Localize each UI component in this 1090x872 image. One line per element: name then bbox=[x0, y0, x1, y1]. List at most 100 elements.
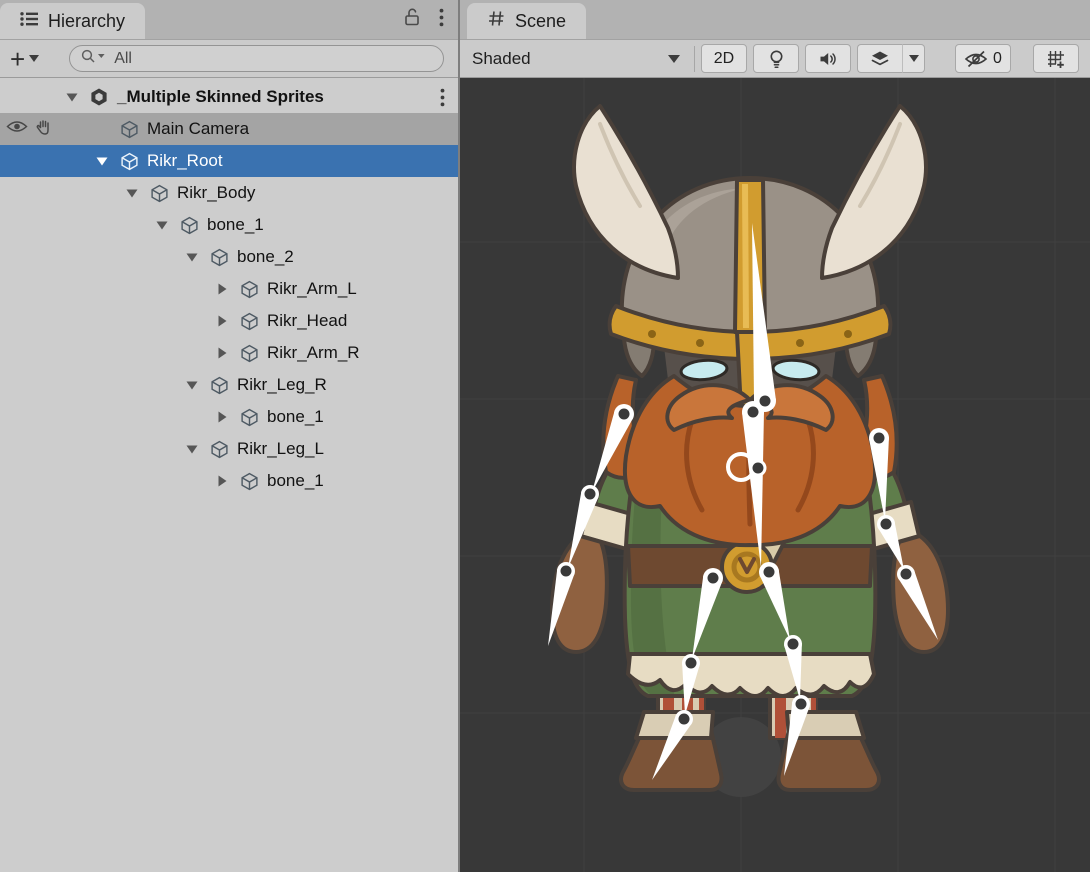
bone-joint[interactable] bbox=[788, 639, 799, 650]
expand-toggle-icon[interactable] bbox=[208, 314, 236, 328]
tab-hierarchy-label: Hierarchy bbox=[48, 11, 125, 32]
tree-row-rikr_leg_l[interactable]: Rikr_Leg_L bbox=[0, 433, 458, 465]
plus-icon: + bbox=[10, 48, 25, 70]
collapse-toggle-icon[interactable] bbox=[88, 155, 116, 167]
bone-joint[interactable] bbox=[679, 714, 690, 725]
visibility-gutter bbox=[0, 273, 58, 305]
picking-hand-icon[interactable] bbox=[35, 118, 53, 141]
eye-slash-icon bbox=[964, 50, 988, 68]
create-object-button[interactable]: + bbox=[10, 48, 39, 70]
gameobject-cube-icon bbox=[206, 440, 232, 459]
bone-joint[interactable] bbox=[708, 573, 719, 584]
collapse-toggle-icon[interactable] bbox=[178, 379, 206, 391]
gameobject-cube-icon bbox=[236, 408, 262, 427]
item-label: bone_1 bbox=[207, 215, 264, 235]
tree-row-rikr_arm_l[interactable]: Rikr_Arm_L bbox=[0, 273, 458, 305]
hierarchy-search-field[interactable]: All bbox=[69, 45, 444, 72]
hierarchy-tree: _Multiple Skinned Sprites Main Camera Rikr… bbox=[0, 78, 458, 872]
tree-row-bone_1[interactable]: bone_1 bbox=[0, 465, 458, 497]
collapse-toggle-icon[interactable] bbox=[118, 187, 146, 199]
hierarchy-tab-actions bbox=[403, 0, 458, 39]
item-label: Rikr_Leg_R bbox=[237, 375, 327, 395]
tree-row-_multiple-skinned-sprites[interactable]: _Multiple Skinned Sprites bbox=[0, 81, 458, 113]
tree-row-rikr_body[interactable]: Rikr_Body bbox=[0, 177, 458, 209]
item-label: Main Camera bbox=[147, 119, 249, 139]
grid-settings-button[interactable] bbox=[1033, 44, 1079, 73]
item-label: Rikr_Body bbox=[177, 183, 255, 203]
gameobject-cube-icon bbox=[116, 152, 142, 171]
tab-scene-label: Scene bbox=[515, 11, 566, 32]
2d-toggle-button[interactable]: 2D bbox=[701, 44, 747, 73]
bone-joint[interactable] bbox=[874, 433, 885, 444]
bone-joint[interactable] bbox=[585, 489, 596, 500]
panel-menu-kebab-icon[interactable] bbox=[439, 8, 444, 32]
gameobject-cube-icon bbox=[236, 312, 262, 331]
bone-joint[interactable] bbox=[748, 407, 759, 418]
scene-effects-button[interactable] bbox=[857, 44, 903, 73]
collapse-toggle-icon[interactable] bbox=[178, 443, 206, 455]
bone-joint[interactable] bbox=[796, 699, 807, 710]
item-label: Rikr_Root bbox=[147, 151, 223, 171]
item-label: Rikr_Leg_L bbox=[237, 439, 324, 459]
expand-toggle-icon[interactable] bbox=[208, 282, 236, 296]
visibility-gutter bbox=[0, 401, 58, 433]
item-label: Rikr_Head bbox=[267, 311, 347, 331]
expand-toggle-icon[interactable] bbox=[208, 410, 236, 424]
gameobject-cube-icon bbox=[176, 216, 202, 235]
tree-row-rikr_head[interactable]: Rikr_Head bbox=[0, 305, 458, 337]
visibility-eye-icon[interactable] bbox=[6, 119, 28, 139]
tree-row-bone_2[interactable]: bone_2 bbox=[0, 241, 458, 273]
draw-mode-dropdown[interactable]: Shaded bbox=[468, 44, 688, 74]
bone-joint[interactable] bbox=[561, 566, 572, 577]
hierarchy-panel: Hierarchy + All _M bbox=[0, 0, 460, 872]
tree-row-rikr_arm_r[interactable]: Rikr_Arm_R bbox=[0, 337, 458, 369]
tree-row-rikr_root[interactable]: Rikr_Root bbox=[0, 145, 458, 177]
collapse-toggle-icon[interactable] bbox=[148, 219, 176, 231]
item-label: Rikr_Arm_R bbox=[267, 343, 360, 363]
scene-effects-dropdown-arrow[interactable] bbox=[903, 44, 925, 73]
lightbulb-icon bbox=[767, 49, 786, 69]
gameobject-cube-icon bbox=[146, 184, 172, 203]
bone-joint[interactable] bbox=[881, 519, 892, 530]
bone-joint[interactable] bbox=[901, 569, 912, 580]
item-label: _Multiple Skinned Sprites bbox=[117, 87, 324, 107]
gameobject-cube-icon bbox=[236, 280, 262, 299]
grid-settings-icon bbox=[1046, 49, 1066, 69]
bone-joint[interactable] bbox=[764, 567, 775, 578]
lock-icon[interactable] bbox=[403, 7, 421, 32]
scene-view[interactable] bbox=[460, 78, 1090, 872]
hidden-objects-button[interactable]: 0 bbox=[955, 44, 1011, 73]
collapse-toggle-icon[interactable] bbox=[58, 91, 86, 103]
visibility-gutter bbox=[0, 209, 58, 241]
toolbar-divider bbox=[694, 46, 695, 72]
tree-row-rikr_leg_r[interactable]: Rikr_Leg_R bbox=[0, 369, 458, 401]
scene-options-kebab-icon[interactable] bbox=[440, 88, 445, 107]
chevron-down-icon bbox=[909, 55, 919, 62]
speaker-icon bbox=[818, 50, 838, 68]
scene-panel: Scene Shaded 2D bbox=[460, 0, 1090, 872]
bone-joint[interactable] bbox=[686, 658, 697, 669]
visibility-gutter bbox=[0, 113, 58, 145]
tree-row-bone_1[interactable]: bone_1 bbox=[0, 401, 458, 433]
bone-joint[interactable] bbox=[619, 409, 630, 420]
hidden-objects-count: 0 bbox=[993, 50, 1002, 68]
draw-mode-label: Shaded bbox=[472, 49, 531, 69]
chevron-down-icon bbox=[668, 55, 680, 63]
expand-toggle-icon[interactable] bbox=[208, 346, 236, 360]
scene-effects-split-button bbox=[857, 44, 925, 73]
scene-lighting-button[interactable] bbox=[753, 44, 799, 73]
bone-joint[interactable] bbox=[753, 463, 764, 474]
tree-row-bone_1[interactable]: bone_1 bbox=[0, 209, 458, 241]
tab-scene[interactable]: Scene bbox=[467, 3, 586, 39]
collapse-toggle-icon[interactable] bbox=[178, 251, 206, 263]
scene-audio-button[interactable] bbox=[805, 44, 851, 73]
item-label: bone_2 bbox=[237, 247, 294, 267]
bone-joint[interactable] bbox=[760, 396, 771, 407]
visibility-gutter bbox=[0, 337, 58, 369]
search-placeholder: All bbox=[114, 50, 132, 68]
tree-row-main-camera[interactable]: Main Camera bbox=[0, 113, 458, 145]
tab-hierarchy[interactable]: Hierarchy bbox=[0, 3, 145, 39]
expand-toggle-icon[interactable] bbox=[208, 474, 236, 488]
visibility-gutter bbox=[0, 305, 58, 337]
unity-editor: Hierarchy + All _M bbox=[0, 0, 1090, 872]
